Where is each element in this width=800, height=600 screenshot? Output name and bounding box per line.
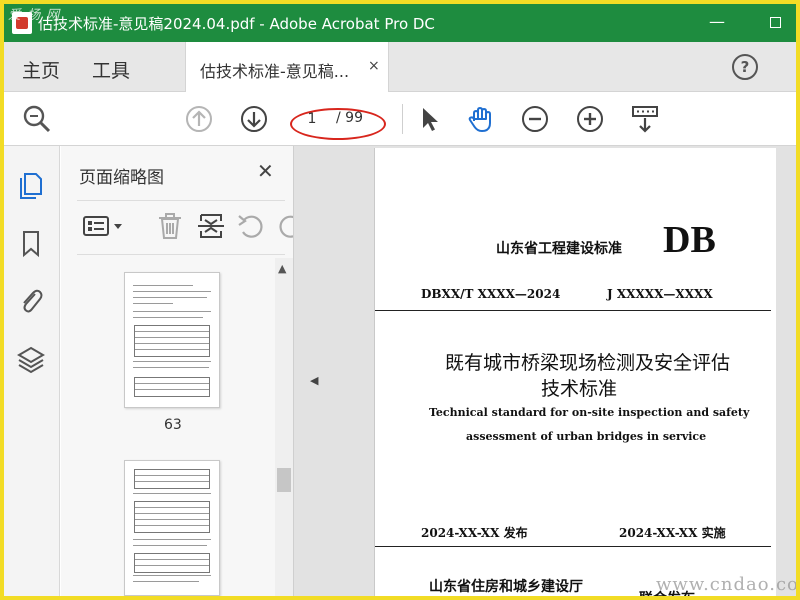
title-en-line1: Technical standard for on-site inspectio…	[429, 406, 750, 419]
attachments-icon[interactable]	[16, 286, 46, 316]
tab-tools[interactable]: 工具	[92, 56, 130, 83]
thumb-text-line	[133, 303, 173, 304]
thumb-text-line	[133, 291, 211, 292]
title-bar: 爱 扬 网 估技术标准-意见稿2024.04.pdf - Adobe Acrob…	[4, 4, 796, 42]
previous-page-icon[interactable]	[182, 102, 216, 136]
navigation-rail	[4, 146, 60, 596]
watermark-bottom: www.cndao.co	[656, 574, 796, 595]
hand-tool-icon[interactable]	[464, 102, 498, 136]
extract-page-icon[interactable]	[195, 210, 227, 242]
title-cn-line2: 技术标准	[541, 378, 618, 400]
maximize-icon	[769, 17, 781, 28]
thumb-text-line	[133, 297, 207, 298]
footer-rule	[375, 546, 771, 547]
thumbnail-scrollbar[interactable]: ▲	[275, 258, 293, 596]
close-panel-icon[interactable]: ✕	[257, 159, 274, 183]
minimize-button[interactable]: —	[706, 13, 728, 33]
window-title: 估技术标准-意见稿2024.04.pdf - Adobe Acrobat Pro…	[38, 15, 435, 33]
bookmarks-icon[interactable]	[16, 228, 46, 258]
document-viewport[interactable]: ◀ 山东省工程建设标准 DB DBXX/T XXXX—2024 J XXXXX—…	[293, 146, 796, 596]
thumb-text-line	[133, 545, 207, 546]
next-page-icon[interactable]	[237, 102, 271, 136]
issuing-department: 山东省住房和城乡建设厅	[429, 579, 583, 595]
zoom-in-icon[interactable]	[573, 102, 607, 136]
page-navigator: 1 / 99	[294, 106, 386, 132]
rotate-page-icon[interactable]	[235, 210, 267, 242]
maximize-button[interactable]	[764, 13, 786, 33]
main-toolbar: 1 / 99	[4, 92, 796, 146]
standard-organization: 山东省工程建设标准	[496, 241, 622, 257]
implementation-date: 2024-XX-XX 实施	[619, 526, 726, 540]
scrollbar-thumb[interactable]	[277, 468, 291, 492]
find-zoom-icon[interactable]	[20, 102, 54, 136]
db-mark: DB	[663, 219, 716, 261]
collapse-panel-icon[interactable]: ◀	[310, 374, 318, 387]
title-cn-line1: 既有城市桥梁现场检测及安全评估	[445, 352, 731, 374]
thumb-text-line	[133, 581, 199, 582]
title-en-line2: assessment of urban bridges in service	[466, 430, 707, 443]
panel-title: 页面缩略图	[79, 168, 164, 188]
thumb-table	[134, 501, 210, 533]
issue-date: 2024-XX-XX 发布	[421, 526, 528, 540]
acrobat-window: 爱 扬 网 估技术标准-意见稿2024.04.pdf - Adobe Acrob…	[4, 4, 796, 596]
tab-bar: 主页 工具 估技术标准-意见稿... × ?	[4, 42, 796, 92]
thumb-text-line	[133, 575, 211, 576]
page-number-input[interactable]: 1	[294, 106, 330, 132]
thumbnail-options-icon[interactable]	[81, 210, 127, 242]
delete-page-icon[interactable]	[154, 210, 186, 242]
close-tab-icon[interactable]: ×	[368, 58, 380, 74]
scroll-up-icon[interactable]: ▲	[278, 262, 286, 275]
thumb-text-line	[133, 493, 211, 494]
standard-number: DBXX/T XXXX—2024	[421, 287, 561, 301]
thumb-text-line	[133, 367, 209, 368]
page-total: / 99	[336, 110, 363, 126]
layers-icon[interactable]	[16, 344, 46, 374]
thumb-text-line	[133, 311, 211, 312]
document-tab[interactable]: 估技术标准-意见稿... ×	[185, 42, 389, 92]
thumbnail-page-64[interactable]	[124, 460, 220, 596]
zoom-out-icon[interactable]	[518, 102, 552, 136]
page-thumbnails-icon[interactable]	[16, 170, 46, 200]
toolbar-divider	[402, 104, 403, 134]
pdf-page: 山东省工程建设标准 DB DBXX/T XXXX—2024 J XXXXX—XX…	[374, 148, 776, 596]
record-number: J XXXXX—XXXX	[607, 287, 713, 301]
thumb-text-line	[133, 317, 203, 318]
thumbnail-page-63[interactable]	[124, 272, 220, 408]
panel-divider-2	[77, 254, 285, 255]
help-icon[interactable]: ?	[732, 54, 758, 80]
thumb-table	[134, 469, 210, 489]
thumbnail-toolbar	[77, 206, 293, 248]
thumb-table	[134, 553, 210, 573]
scroll-mode-icon[interactable]	[628, 102, 662, 136]
header-rule	[375, 310, 771, 311]
thumb-text-line	[133, 361, 211, 362]
tab-home[interactable]: 主页	[22, 56, 60, 83]
thumb-text-line	[133, 539, 211, 540]
panel-divider	[77, 200, 285, 201]
select-cursor-icon[interactable]	[412, 102, 446, 136]
document-tab-label: 估技术标准-意见稿...	[200, 62, 350, 81]
page-thumbnails-panel: 页面缩略图 ✕ 63 ▲	[61, 146, 293, 596]
thumb-text-line	[133, 285, 193, 286]
thumb-table	[134, 325, 210, 357]
thumbnail-page-number: 63	[164, 417, 182, 433]
rotate-clockwise-icon[interactable]	[275, 210, 293, 242]
thumb-table	[134, 377, 210, 397]
